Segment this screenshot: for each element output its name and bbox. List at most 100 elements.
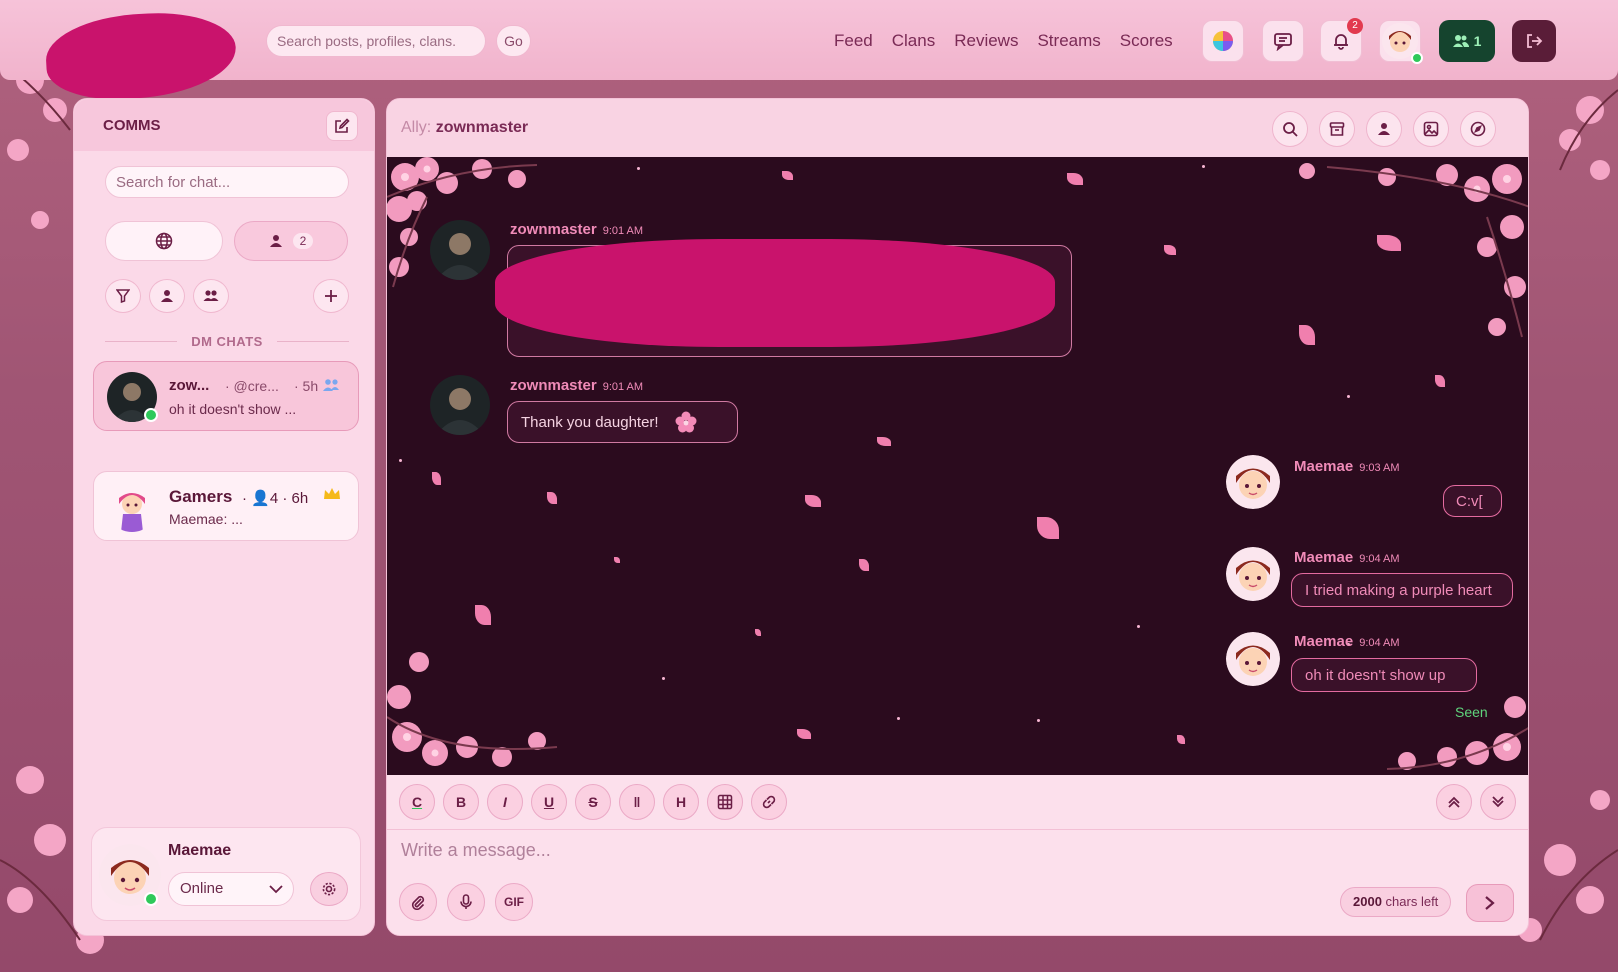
message-time: 9:01 AM [602, 381, 644, 393]
attach-button[interactable] [399, 883, 437, 921]
search-icon [1283, 122, 1298, 137]
chars-count: 2000 [1353, 894, 1382, 909]
current-user-name: Maemae [168, 842, 232, 859]
message-time: 9:03 AM [1359, 462, 1400, 474]
avatar[interactable] [1226, 632, 1280, 686]
redacted-logo [43, 9, 239, 103]
nav-scores[interactable]: Scores [1120, 31, 1173, 51]
current-user-panel: Maemae Online [91, 827, 361, 921]
message-bubble[interactable]: oh it doesn't show up [1291, 658, 1477, 692]
theme-button[interactable] [1202, 20, 1244, 62]
user-icon [269, 235, 282, 247]
friends-online-button[interactable]: 1 [1439, 20, 1495, 62]
message-author: zownmaster 9:01 AM [510, 221, 643, 238]
color-text-button[interactable]: C [399, 784, 435, 820]
avatar[interactable] [1226, 455, 1280, 509]
avatar[interactable] [430, 220, 490, 280]
chat-preview: Maemae: ... [169, 511, 243, 527]
message-bubble[interactable]: Thank you daughter! [507, 401, 738, 443]
avatar[interactable] [430, 375, 490, 435]
message-bubble[interactable]: C:v[ [1443, 485, 1502, 517]
messages-button[interactable] [1262, 20, 1304, 62]
redaction-mark [495, 239, 1055, 347]
flower-icon [675, 411, 697, 433]
chat-list-item[interactable]: Gamers · 👤4 · 6h Maemae: ... [93, 471, 359, 541]
heading-button[interactable]: H [663, 784, 699, 820]
status-select[interactable]: Online [168, 872, 294, 906]
nav-streams[interactable]: Streams [1037, 31, 1100, 51]
ally-name[interactable]: zownmaster [436, 119, 528, 136]
spoiler-button[interactable]: ‖ [619, 784, 655, 820]
message-author-name: Maemae [1294, 458, 1354, 475]
attachment-toolbar: GIF [399, 883, 533, 921]
main-nav: Feed Clans Reviews Streams Scores [834, 31, 1173, 51]
message-author: Maemae 9:04 AM [1294, 633, 1400, 650]
message-list[interactable]: zownmaster 9:01 AM zownmaster 9:01 AM Than… [387, 157, 1528, 775]
filter-button[interactable] [105, 279, 141, 313]
message-text: Thank you daughter! [521, 413, 659, 431]
table-button[interactable] [707, 784, 743, 820]
search-messages-button[interactable] [1272, 111, 1308, 147]
direct-chats-toggle[interactable]: 2 [234, 221, 348, 261]
add-chat-button[interactable] [313, 279, 349, 313]
italic-button[interactable]: I [487, 784, 523, 820]
bold-button[interactable]: B [443, 784, 479, 820]
chevrons-down-icon [1492, 796, 1504, 808]
message-author-name: Maemae [1294, 549, 1354, 566]
message-author: Maemae 9:04 AM [1294, 549, 1400, 566]
chat-preview: oh it doesn't show ... [169, 401, 297, 417]
chevrons-up-icon [1448, 796, 1460, 808]
chat-handle: · @cre... [225, 378, 279, 394]
image-icon [1423, 121, 1439, 137]
underline-button[interactable]: U [531, 784, 567, 820]
profile-avatar-button[interactable] [1379, 20, 1423, 64]
chat-search-input[interactable]: Search for chat... [105, 166, 349, 198]
gif-button[interactable]: GIF [495, 883, 533, 921]
filter-group-button[interactable] [193, 279, 229, 313]
explore-button[interactable] [1460, 111, 1496, 147]
chat-partner: Ally: zownmaster [401, 119, 528, 137]
archive-button[interactable] [1319, 111, 1355, 147]
scroll-top-button[interactable] [1436, 784, 1472, 820]
avatar[interactable] [1226, 547, 1280, 601]
users-icon [203, 290, 219, 301]
strikethrough-button[interactable]: S [575, 784, 611, 820]
character-counter: 2000 chars left [1340, 887, 1452, 917]
link-button[interactable] [751, 784, 787, 820]
ally-label: Ally: [401, 119, 432, 136]
profile-button[interactable] [1366, 111, 1402, 147]
global-search-input[interactable]: Search posts, profiles, clans. [266, 25, 486, 57]
bell-icon [1334, 34, 1348, 50]
chat-list-item[interactable]: zow... · @cre... · 5h oh it doesn't show… [93, 361, 359, 431]
nav-clans[interactable]: Clans [892, 31, 935, 51]
message-input[interactable]: Write a message... [401, 840, 551, 861]
message-bubble[interactable]: I tried making a purple heart [1291, 573, 1513, 607]
voice-button[interactable] [447, 883, 485, 921]
scroll-bottom-button[interactable] [1480, 784, 1516, 820]
user-icon [1378, 123, 1390, 135]
chat-name: Gamers [169, 487, 233, 506]
microphone-icon [460, 894, 472, 909]
chat-tools [1272, 111, 1496, 147]
online-status-dot [1411, 52, 1423, 64]
settings-button[interactable] [310, 872, 348, 906]
logout-button[interactable] [1512, 20, 1556, 62]
notifications-button[interactable]: 2 [1320, 18, 1363, 62]
chat-header: Ally: zownmaster [387, 99, 1528, 157]
send-button[interactable] [1466, 884, 1514, 922]
media-button[interactable] [1413, 111, 1449, 147]
chat-name: zow... [169, 377, 210, 394]
message-text: oh it doesn't show up [1305, 666, 1446, 684]
message-author: zownmaster 9:01 AM [510, 377, 643, 394]
nav-reviews[interactable]: Reviews [954, 31, 1018, 51]
filter-direct-button[interactable] [149, 279, 185, 313]
paperclip-icon [411, 895, 425, 910]
new-chat-button[interactable] [326, 111, 358, 141]
global-chats-toggle[interactable] [105, 221, 223, 261]
nav-feed[interactable]: Feed [834, 31, 873, 51]
logout-icon [1527, 34, 1543, 48]
gear-icon [322, 882, 336, 896]
message-author-name: zownmaster [510, 221, 597, 238]
comms-sidebar: COMMS Search for chat... 2 DM CHATS zow.… [73, 98, 375, 936]
search-go-button[interactable]: Go [496, 25, 531, 57]
